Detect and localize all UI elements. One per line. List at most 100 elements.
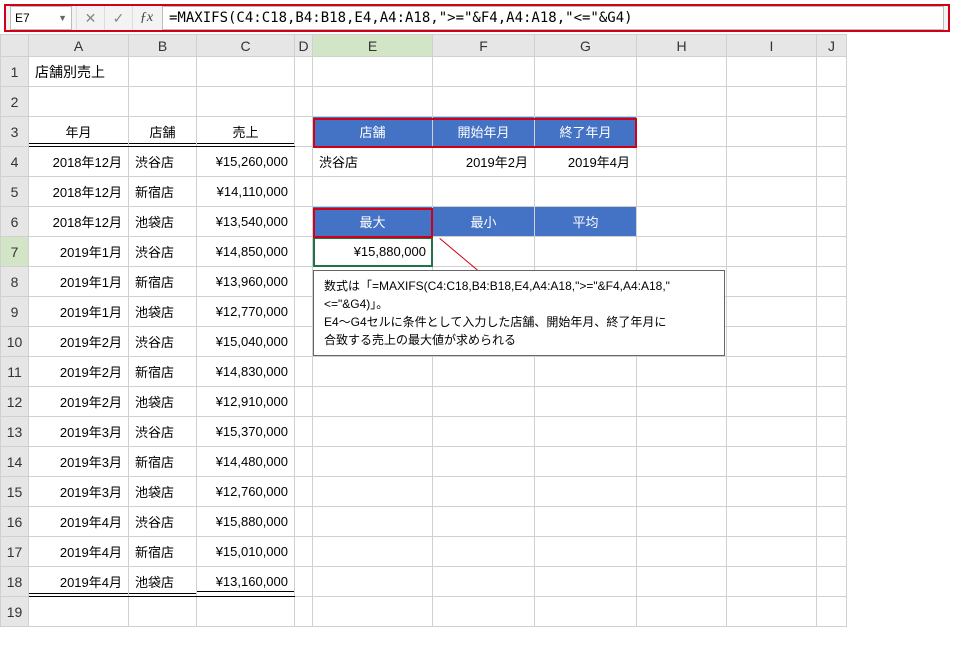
cell-F6[interactable]: 最小 bbox=[433, 207, 535, 237]
cell-E18[interactable] bbox=[313, 567, 433, 597]
col-header-B[interactable]: B bbox=[129, 35, 197, 57]
col-header-I[interactable]: I bbox=[727, 35, 817, 57]
cell-F14[interactable] bbox=[433, 447, 535, 477]
col-header-J[interactable]: J bbox=[817, 35, 847, 57]
row-header-19[interactable]: 19 bbox=[1, 597, 29, 627]
cell-G5[interactable] bbox=[535, 177, 637, 207]
cell-G10[interactable] bbox=[535, 327, 637, 357]
col-header-G[interactable]: G bbox=[535, 35, 637, 57]
cell-H12[interactable] bbox=[637, 387, 727, 417]
cell-D3[interactable] bbox=[295, 117, 313, 147]
cell-B2[interactable] bbox=[129, 87, 197, 117]
cell-F8[interactable] bbox=[433, 267, 535, 297]
cell-A9[interactable]: 2019年1月 bbox=[29, 297, 129, 327]
cell-J6[interactable] bbox=[817, 207, 847, 237]
cell-J11[interactable] bbox=[817, 357, 847, 387]
cell-I1[interactable] bbox=[727, 57, 817, 87]
cell-D1[interactable] bbox=[295, 57, 313, 87]
cell-H13[interactable] bbox=[637, 417, 727, 447]
insert-function-button[interactable]: ƒx bbox=[132, 6, 160, 30]
cell-J12[interactable] bbox=[817, 387, 847, 417]
cell-G6[interactable]: 平均 bbox=[535, 207, 637, 237]
row-header-16[interactable]: 16 bbox=[1, 507, 29, 537]
cell-E19[interactable] bbox=[313, 597, 433, 627]
cell-C8[interactable]: ¥13,960,000 bbox=[197, 267, 295, 297]
cell-G18[interactable] bbox=[535, 567, 637, 597]
cell-C5[interactable]: ¥14,110,000 bbox=[197, 177, 295, 207]
cell-B11[interactable]: 新宿店 bbox=[129, 357, 197, 387]
cell-B5[interactable]: 新宿店 bbox=[129, 177, 197, 207]
cell-B3[interactable]: 店舗 bbox=[129, 117, 197, 147]
cell-H15[interactable] bbox=[637, 477, 727, 507]
cell-F16[interactable] bbox=[433, 507, 535, 537]
spreadsheet[interactable]: ABCDEFGHIJ 1店舗別売上23年月店舗売上店舗開始年月終了年月42018… bbox=[0, 34, 847, 627]
cell-J10[interactable] bbox=[817, 327, 847, 357]
cell-G7[interactable] bbox=[535, 237, 637, 267]
cell-H6[interactable] bbox=[637, 207, 727, 237]
cell-E1[interactable] bbox=[313, 57, 433, 87]
col-header-D[interactable]: D bbox=[295, 35, 313, 57]
enter-button[interactable]: ✓ bbox=[104, 6, 132, 30]
select-all-corner[interactable] bbox=[1, 35, 29, 57]
cell-A18[interactable]: 2019年4月 bbox=[29, 567, 129, 597]
cell-I14[interactable] bbox=[727, 447, 817, 477]
cell-F19[interactable] bbox=[433, 597, 535, 627]
cell-C16[interactable]: ¥15,880,000 bbox=[197, 507, 295, 537]
cell-C18[interactable]: ¥13,160,000 bbox=[197, 567, 295, 597]
row-header-7[interactable]: 7 bbox=[1, 237, 29, 267]
cell-C7[interactable]: ¥14,850,000 bbox=[197, 237, 295, 267]
cell-C11[interactable]: ¥14,830,000 bbox=[197, 357, 295, 387]
cell-J16[interactable] bbox=[817, 507, 847, 537]
cell-I9[interactable] bbox=[727, 297, 817, 327]
name-box-dropdown-icon[interactable]: ▼ bbox=[58, 13, 67, 23]
cell-H17[interactable] bbox=[637, 537, 727, 567]
cell-C12[interactable]: ¥12,910,000 bbox=[197, 387, 295, 417]
cell-F17[interactable] bbox=[433, 537, 535, 567]
cell-G16[interactable] bbox=[535, 507, 637, 537]
cell-B19[interactable] bbox=[129, 597, 197, 627]
cell-D17[interactable] bbox=[295, 537, 313, 567]
cell-D4[interactable] bbox=[295, 147, 313, 177]
cell-E4[interactable]: 渋谷店 bbox=[313, 147, 433, 177]
cell-G13[interactable] bbox=[535, 417, 637, 447]
cell-C4[interactable]: ¥15,260,000 bbox=[197, 147, 295, 177]
cell-B12[interactable]: 池袋店 bbox=[129, 387, 197, 417]
cell-A16[interactable]: 2019年4月 bbox=[29, 507, 129, 537]
cell-A12[interactable]: 2019年2月 bbox=[29, 387, 129, 417]
cell-E6[interactable]: 最大 bbox=[313, 207, 433, 237]
cell-D11[interactable] bbox=[295, 357, 313, 387]
cell-H4[interactable] bbox=[637, 147, 727, 177]
cell-B15[interactable]: 池袋店 bbox=[129, 477, 197, 507]
row-header-4[interactable]: 4 bbox=[1, 147, 29, 177]
cell-I5[interactable] bbox=[727, 177, 817, 207]
cell-I4[interactable] bbox=[727, 147, 817, 177]
cell-B9[interactable]: 池袋店 bbox=[129, 297, 197, 327]
cell-H10[interactable] bbox=[637, 327, 727, 357]
cell-F1[interactable] bbox=[433, 57, 535, 87]
cell-E9[interactable] bbox=[313, 297, 433, 327]
cell-G2[interactable] bbox=[535, 87, 637, 117]
cell-F9[interactable] bbox=[433, 297, 535, 327]
cell-A11[interactable]: 2019年2月 bbox=[29, 357, 129, 387]
cell-C15[interactable]: ¥12,760,000 bbox=[197, 477, 295, 507]
row-header-10[interactable]: 10 bbox=[1, 327, 29, 357]
cell-G3[interactable]: 終了年月 bbox=[535, 117, 637, 147]
cell-B18[interactable]: 池袋店 bbox=[129, 567, 197, 597]
cell-I17[interactable] bbox=[727, 537, 817, 567]
cell-D19[interactable] bbox=[295, 597, 313, 627]
cell-H5[interactable] bbox=[637, 177, 727, 207]
cell-I6[interactable] bbox=[727, 207, 817, 237]
cell-G11[interactable] bbox=[535, 357, 637, 387]
cell-J9[interactable] bbox=[817, 297, 847, 327]
cell-A15[interactable]: 2019年3月 bbox=[29, 477, 129, 507]
cell-J15[interactable] bbox=[817, 477, 847, 507]
cell-I18[interactable] bbox=[727, 567, 817, 597]
cell-F2[interactable] bbox=[433, 87, 535, 117]
cell-I7[interactable] bbox=[727, 237, 817, 267]
cell-D14[interactable] bbox=[295, 447, 313, 477]
row-header-11[interactable]: 11 bbox=[1, 357, 29, 387]
cell-D2[interactable] bbox=[295, 87, 313, 117]
cell-A5[interactable]: 2018年12月 bbox=[29, 177, 129, 207]
cell-B6[interactable]: 池袋店 bbox=[129, 207, 197, 237]
cell-A14[interactable]: 2019年3月 bbox=[29, 447, 129, 477]
